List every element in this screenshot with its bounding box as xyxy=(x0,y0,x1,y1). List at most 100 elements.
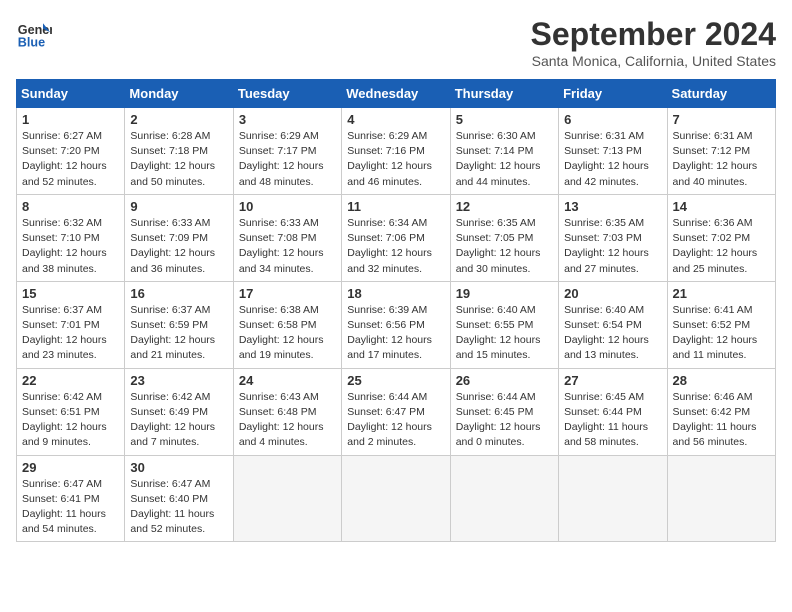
day-number: 15 xyxy=(22,286,119,301)
day-info: Sunrise: 6:29 AMSunset: 7:17 PMDaylight:… xyxy=(239,130,324,188)
weekday-header: Friday xyxy=(559,80,667,108)
calendar-day-cell: 20 Sunrise: 6:40 AMSunset: 6:54 PMDaylig… xyxy=(559,281,667,368)
day-number: 8 xyxy=(22,199,119,214)
day-info: Sunrise: 6:30 AMSunset: 7:14 PMDaylight:… xyxy=(456,130,541,188)
day-info: Sunrise: 6:36 AMSunset: 7:02 PMDaylight:… xyxy=(673,217,758,275)
day-info: Sunrise: 6:43 AMSunset: 6:48 PMDaylight:… xyxy=(239,391,324,449)
day-info: Sunrise: 6:46 AMSunset: 6:42 PMDaylight:… xyxy=(673,391,757,449)
calendar-week-row: 22 Sunrise: 6:42 AMSunset: 6:51 PMDaylig… xyxy=(17,368,776,455)
weekday-header: Thursday xyxy=(450,80,558,108)
calendar-day-cell xyxy=(559,455,667,542)
calendar: SundayMondayTuesdayWednesdayThursdayFrid… xyxy=(16,79,776,542)
day-number: 14 xyxy=(673,199,770,214)
day-number: 22 xyxy=(22,373,119,388)
location-title: Santa Monica, California, United States xyxy=(531,53,776,69)
calendar-day-cell: 9 Sunrise: 6:33 AMSunset: 7:09 PMDayligh… xyxy=(125,194,233,281)
logo: General Blue xyxy=(16,16,52,52)
calendar-day-cell: 23 Sunrise: 6:42 AMSunset: 6:49 PMDaylig… xyxy=(125,368,233,455)
day-number: 29 xyxy=(22,460,119,475)
day-info: Sunrise: 6:38 AMSunset: 6:58 PMDaylight:… xyxy=(239,304,324,362)
svg-text:Blue: Blue xyxy=(18,36,45,50)
calendar-day-cell xyxy=(342,455,450,542)
day-number: 25 xyxy=(347,373,444,388)
calendar-day-cell: 7 Sunrise: 6:31 AMSunset: 7:12 PMDayligh… xyxy=(667,108,775,195)
day-number: 21 xyxy=(673,286,770,301)
day-number: 12 xyxy=(456,199,553,214)
calendar-day-cell: 10 Sunrise: 6:33 AMSunset: 7:08 PMDaylig… xyxy=(233,194,341,281)
calendar-day-cell: 1 Sunrise: 6:27 AMSunset: 7:20 PMDayligh… xyxy=(17,108,125,195)
day-number: 4 xyxy=(347,112,444,127)
day-info: Sunrise: 6:44 AMSunset: 6:45 PMDaylight:… xyxy=(456,391,541,449)
day-number: 28 xyxy=(673,373,770,388)
weekday-header: Wednesday xyxy=(342,80,450,108)
day-number: 16 xyxy=(130,286,227,301)
day-info: Sunrise: 6:32 AMSunset: 7:10 PMDaylight:… xyxy=(22,217,107,275)
day-number: 10 xyxy=(239,199,336,214)
calendar-day-cell: 11 Sunrise: 6:34 AMSunset: 7:06 PMDaylig… xyxy=(342,194,450,281)
day-number: 3 xyxy=(239,112,336,127)
calendar-day-cell xyxy=(450,455,558,542)
day-info: Sunrise: 6:40 AMSunset: 6:55 PMDaylight:… xyxy=(456,304,541,362)
calendar-week-row: 15 Sunrise: 6:37 AMSunset: 7:01 PMDaylig… xyxy=(17,281,776,368)
calendar-day-cell: 15 Sunrise: 6:37 AMSunset: 7:01 PMDaylig… xyxy=(17,281,125,368)
calendar-day-cell: 30 Sunrise: 6:47 AMSunset: 6:40 PMDaylig… xyxy=(125,455,233,542)
day-number: 6 xyxy=(564,112,661,127)
day-number: 23 xyxy=(130,373,227,388)
day-info: Sunrise: 6:47 AMSunset: 6:41 PMDaylight:… xyxy=(22,478,106,536)
day-info: Sunrise: 6:47 AMSunset: 6:40 PMDaylight:… xyxy=(130,478,214,536)
calendar-day-cell xyxy=(233,455,341,542)
day-info: Sunrise: 6:28 AMSunset: 7:18 PMDaylight:… xyxy=(130,130,215,188)
day-info: Sunrise: 6:35 AMSunset: 7:03 PMDaylight:… xyxy=(564,217,649,275)
calendar-day-cell: 12 Sunrise: 6:35 AMSunset: 7:05 PMDaylig… xyxy=(450,194,558,281)
calendar-day-cell: 13 Sunrise: 6:35 AMSunset: 7:03 PMDaylig… xyxy=(559,194,667,281)
calendar-day-cell: 4 Sunrise: 6:29 AMSunset: 7:16 PMDayligh… xyxy=(342,108,450,195)
day-info: Sunrise: 6:42 AMSunset: 6:51 PMDaylight:… xyxy=(22,391,107,449)
day-number: 30 xyxy=(130,460,227,475)
day-number: 18 xyxy=(347,286,444,301)
day-number: 11 xyxy=(347,199,444,214)
day-number: 5 xyxy=(456,112,553,127)
calendar-day-cell: 19 Sunrise: 6:40 AMSunset: 6:55 PMDaylig… xyxy=(450,281,558,368)
day-number: 20 xyxy=(564,286,661,301)
calendar-day-cell: 21 Sunrise: 6:41 AMSunset: 6:52 PMDaylig… xyxy=(667,281,775,368)
month-title: September 2024 xyxy=(531,16,776,53)
day-info: Sunrise: 6:27 AMSunset: 7:20 PMDaylight:… xyxy=(22,130,107,188)
day-info: Sunrise: 6:41 AMSunset: 6:52 PMDaylight:… xyxy=(673,304,758,362)
day-info: Sunrise: 6:44 AMSunset: 6:47 PMDaylight:… xyxy=(347,391,432,449)
calendar-day-cell: 27 Sunrise: 6:45 AMSunset: 6:44 PMDaylig… xyxy=(559,368,667,455)
title-section: September 2024 Santa Monica, California,… xyxy=(531,16,776,69)
day-info: Sunrise: 6:37 AMSunset: 7:01 PMDaylight:… xyxy=(22,304,107,362)
calendar-day-cell: 5 Sunrise: 6:30 AMSunset: 7:14 PMDayligh… xyxy=(450,108,558,195)
calendar-header-row: SundayMondayTuesdayWednesdayThursdayFrid… xyxy=(17,80,776,108)
day-info: Sunrise: 6:31 AMSunset: 7:13 PMDaylight:… xyxy=(564,130,649,188)
weekday-header: Tuesday xyxy=(233,80,341,108)
day-info: Sunrise: 6:29 AMSunset: 7:16 PMDaylight:… xyxy=(347,130,432,188)
day-number: 19 xyxy=(456,286,553,301)
day-info: Sunrise: 6:33 AMSunset: 7:08 PMDaylight:… xyxy=(239,217,324,275)
day-info: Sunrise: 6:33 AMSunset: 7:09 PMDaylight:… xyxy=(130,217,215,275)
calendar-day-cell: 28 Sunrise: 6:46 AMSunset: 6:42 PMDaylig… xyxy=(667,368,775,455)
day-number: 9 xyxy=(130,199,227,214)
calendar-day-cell: 25 Sunrise: 6:44 AMSunset: 6:47 PMDaylig… xyxy=(342,368,450,455)
logo-icon: General Blue xyxy=(16,16,52,52)
calendar-day-cell: 14 Sunrise: 6:36 AMSunset: 7:02 PMDaylig… xyxy=(667,194,775,281)
calendar-day-cell: 3 Sunrise: 6:29 AMSunset: 7:17 PMDayligh… xyxy=(233,108,341,195)
day-info: Sunrise: 6:42 AMSunset: 6:49 PMDaylight:… xyxy=(130,391,215,449)
day-number: 7 xyxy=(673,112,770,127)
calendar-day-cell: 26 Sunrise: 6:44 AMSunset: 6:45 PMDaylig… xyxy=(450,368,558,455)
day-info: Sunrise: 6:34 AMSunset: 7:06 PMDaylight:… xyxy=(347,217,432,275)
day-number: 1 xyxy=(22,112,119,127)
day-info: Sunrise: 6:40 AMSunset: 6:54 PMDaylight:… xyxy=(564,304,649,362)
calendar-day-cell: 18 Sunrise: 6:39 AMSunset: 6:56 PMDaylig… xyxy=(342,281,450,368)
day-number: 2 xyxy=(130,112,227,127)
calendar-day-cell: 24 Sunrise: 6:43 AMSunset: 6:48 PMDaylig… xyxy=(233,368,341,455)
calendar-day-cell: 22 Sunrise: 6:42 AMSunset: 6:51 PMDaylig… xyxy=(17,368,125,455)
header: General Blue September 2024 Santa Monica… xyxy=(16,16,776,69)
calendar-day-cell: 2 Sunrise: 6:28 AMSunset: 7:18 PMDayligh… xyxy=(125,108,233,195)
day-info: Sunrise: 6:31 AMSunset: 7:12 PMDaylight:… xyxy=(673,130,758,188)
calendar-day-cell: 16 Sunrise: 6:37 AMSunset: 6:59 PMDaylig… xyxy=(125,281,233,368)
day-info: Sunrise: 6:35 AMSunset: 7:05 PMDaylight:… xyxy=(456,217,541,275)
calendar-week-row: 8 Sunrise: 6:32 AMSunset: 7:10 PMDayligh… xyxy=(17,194,776,281)
day-info: Sunrise: 6:39 AMSunset: 6:56 PMDaylight:… xyxy=(347,304,432,362)
calendar-day-cell: 8 Sunrise: 6:32 AMSunset: 7:10 PMDayligh… xyxy=(17,194,125,281)
